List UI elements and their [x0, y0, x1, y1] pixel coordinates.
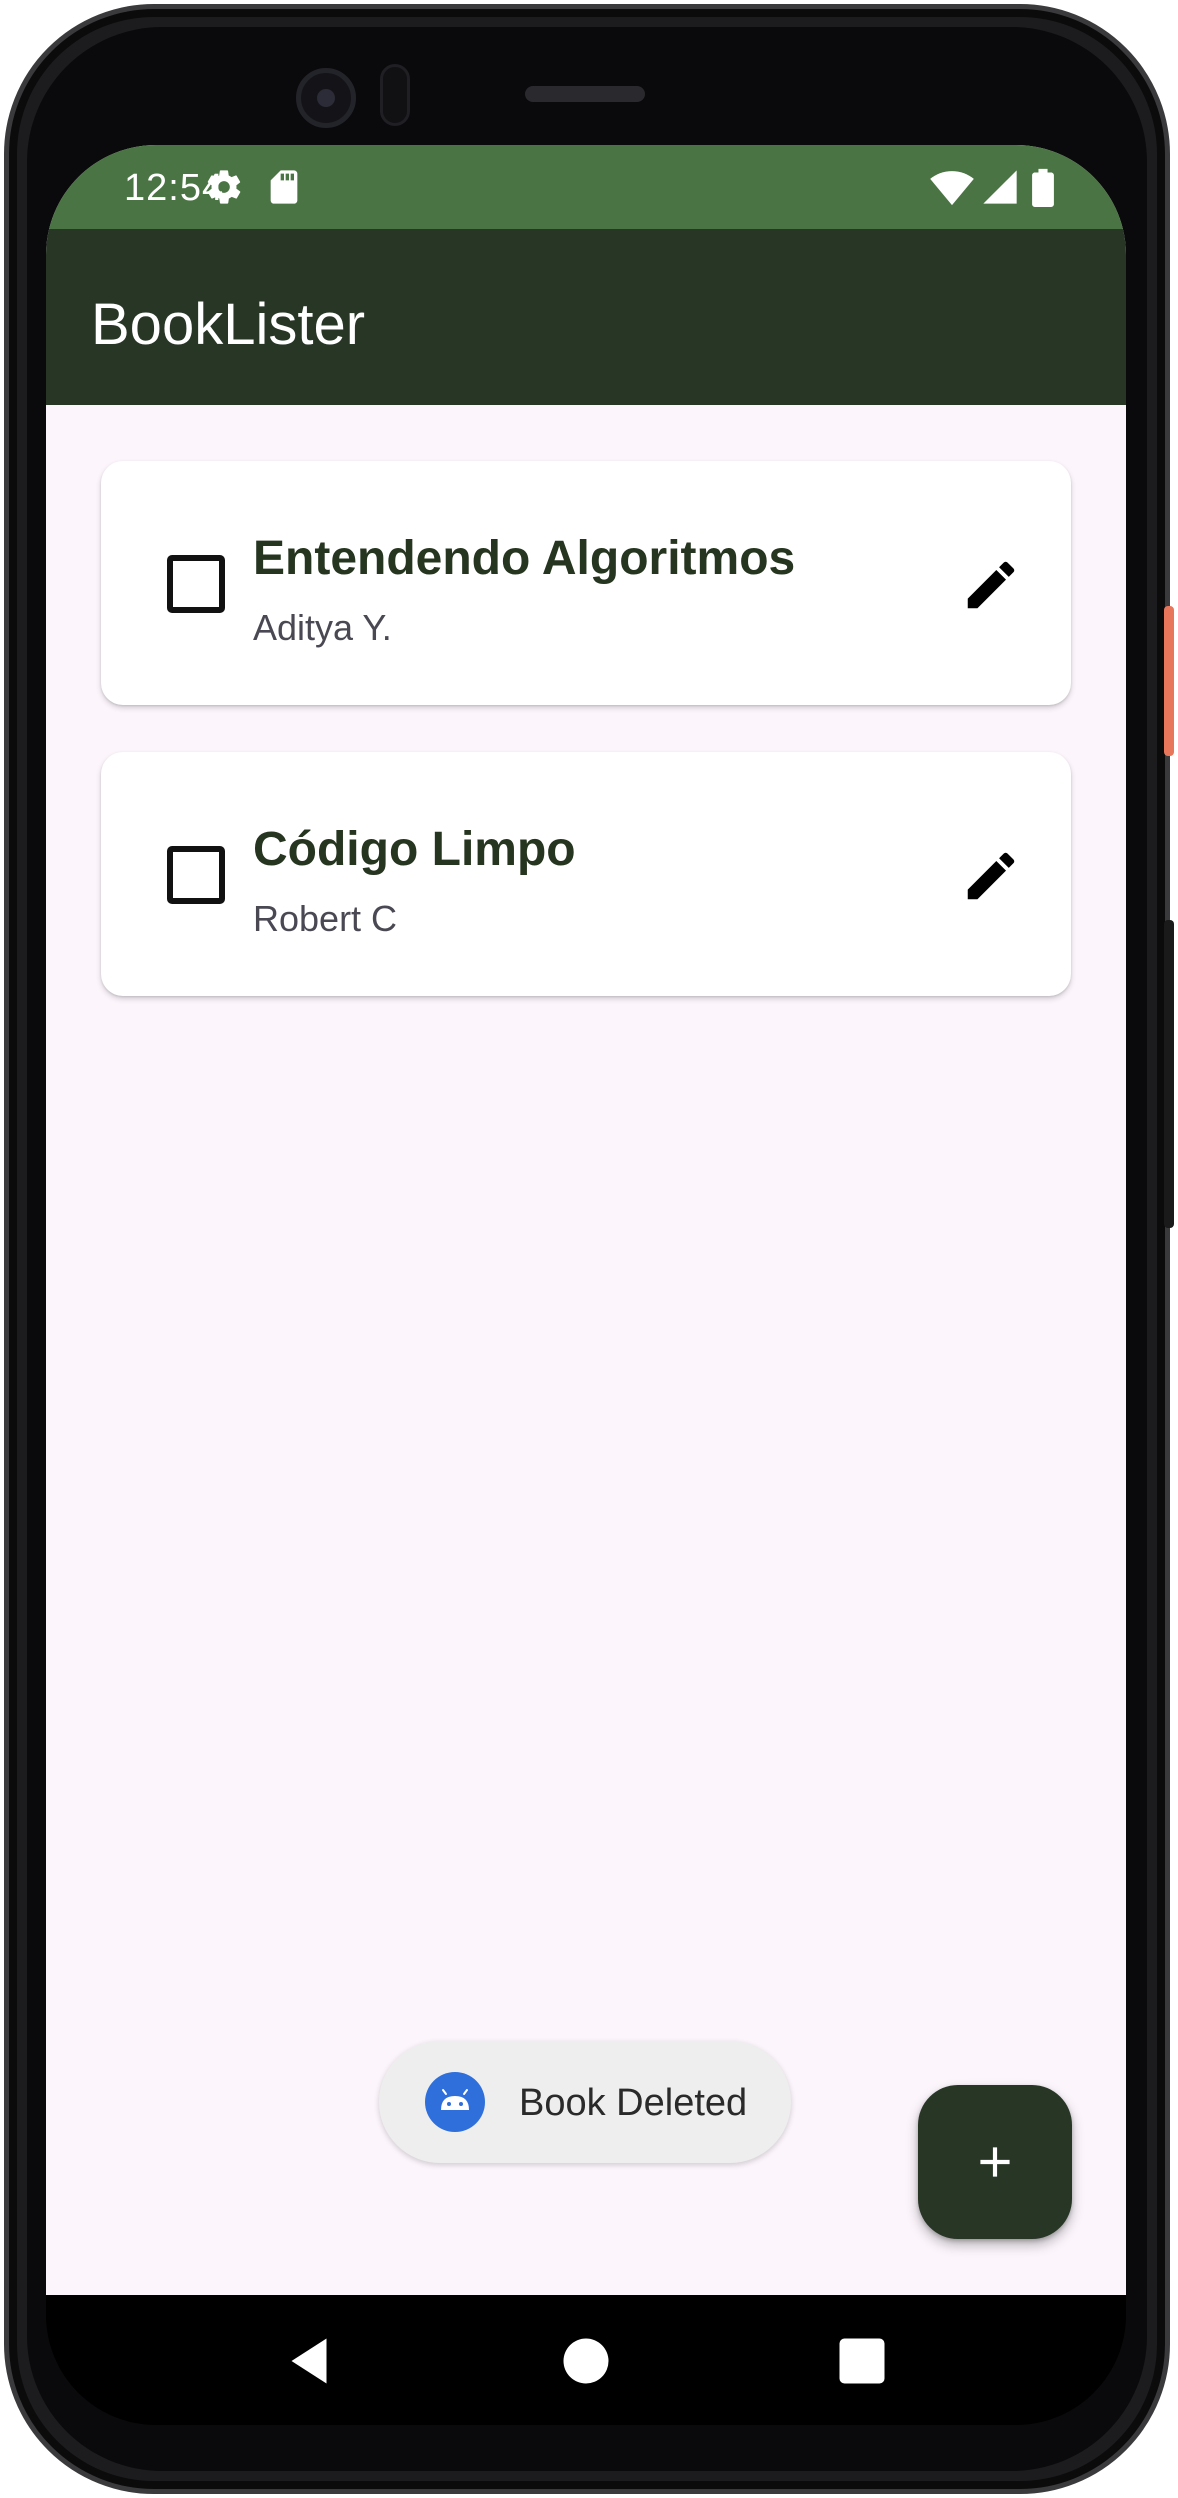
book-author: Robert C [253, 898, 398, 939]
plus-icon [980, 2147, 1010, 2177]
edit-button[interactable] [951, 836, 1031, 916]
settings-gear-icon [204, 167, 244, 212]
earpiece-speaker [525, 86, 645, 102]
book-card[interactable]: Entendendo Algoritmos Aditya Y. [101, 461, 1071, 705]
book-checkbox[interactable] [167, 846, 225, 904]
wifi-icon [930, 167, 974, 212]
book-title: Código Limpo [253, 823, 576, 876]
book-checkbox[interactable] [167, 555, 225, 613]
system-nav-bar [46, 2295, 1126, 2425]
toast: Book Deleted [379, 2041, 791, 2163]
home-icon[interactable] [556, 2331, 616, 2391]
app-title: BookLister [91, 292, 366, 357]
toast-message: Book Deleted [519, 2082, 748, 2124]
power-button [1164, 606, 1174, 756]
cell-signal-icon [980, 167, 1020, 212]
status-bar: 12:54 [46, 145, 1126, 229]
book-card[interactable]: Código Limpo Robert C [101, 752, 1071, 996]
screen: 12:54 BookLister Entendendo Algoritmos A… [46, 145, 1126, 2295]
book-title: Entendendo Algoritmos [253, 532, 796, 585]
back-icon[interactable] [279, 2331, 339, 2391]
top-app-bar: BookLister [46, 229, 1126, 405]
add-book-button[interactable] [918, 2085, 1072, 2239]
book-author: Aditya Y. [253, 607, 392, 648]
recents-icon[interactable] [832, 2331, 892, 2391]
pencil-icon [967, 852, 1015, 900]
battery-icon [1030, 167, 1056, 212]
sd-card-icon [264, 167, 304, 212]
front-camera [296, 68, 356, 128]
proximity-sensor [380, 64, 410, 126]
volume-button [1164, 920, 1174, 1228]
pencil-icon [967, 561, 1015, 609]
edit-button[interactable] [951, 545, 1031, 625]
android-icon [425, 2072, 485, 2132]
